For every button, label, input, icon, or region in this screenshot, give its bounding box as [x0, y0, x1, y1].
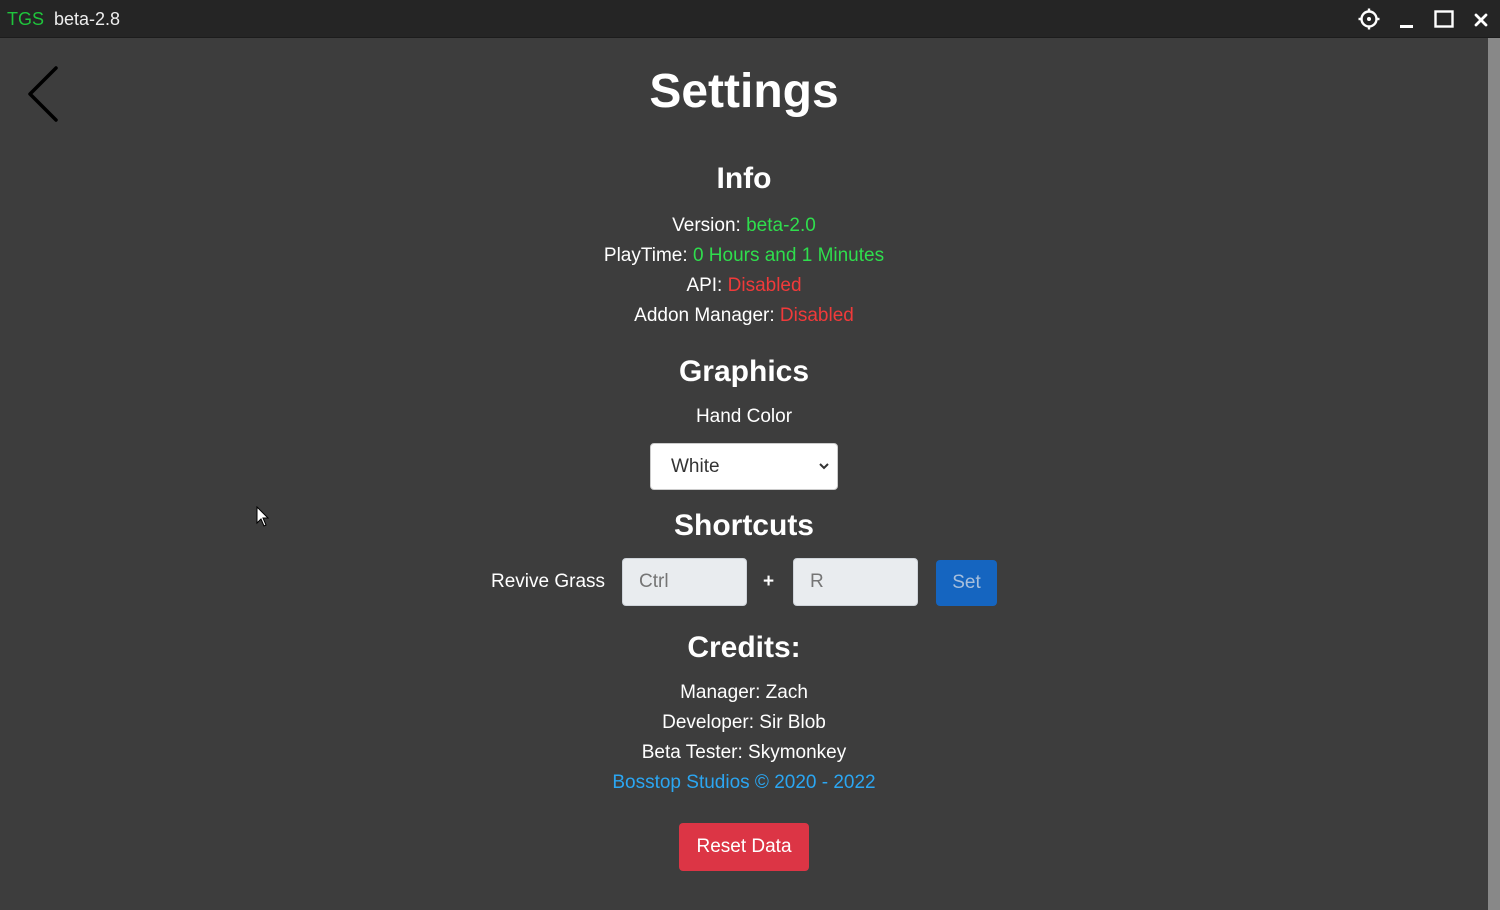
version-row: Version: beta-2.0: [0, 215, 1488, 237]
app-version: beta-2.8: [54, 9, 121, 29]
maximize-icon[interactable]: [1431, 6, 1457, 32]
addon-status: Disabled: [779, 305, 854, 326]
credit-manager: Manager: Zach: [680, 682, 808, 703]
key-input[interactable]: [793, 558, 918, 606]
mouse-cursor-icon: [256, 506, 270, 527]
api-row: API: Disabled: [0, 275, 1488, 297]
vertical-scrollbar[interactable]: [1488, 38, 1500, 910]
credit-tester: Beta Tester: Skymonkey: [641, 742, 847, 763]
revive-grass-label: Revive Grass: [491, 571, 606, 592]
version-label: Version:: [672, 215, 741, 236]
addon-row: Addon Manager: Disabled: [0, 305, 1488, 327]
close-icon[interactable]: [1468, 6, 1494, 32]
modifier-key-input[interactable]: [622, 558, 747, 606]
addon-label: Addon Manager:: [634, 305, 775, 326]
playtime-label: PlayTime:: [603, 245, 688, 266]
title-bar: TGS beta-2.8: [0, 0, 1500, 38]
version-value: beta-2.0: [746, 215, 816, 236]
page-title: Settings: [649, 65, 839, 118]
credit-developer: Developer: Sir Blob: [662, 712, 826, 733]
set-shortcut-button[interactable]: Set: [936, 560, 997, 606]
shortcuts-heading: Shortcuts: [673, 509, 814, 542]
hand-color-select[interactable]: White: [650, 443, 838, 490]
playtime-value: 0 Hours and 1 Minutes: [692, 245, 885, 266]
copyright-link[interactable]: Bosstop Studios © 2020 - 2022: [0, 772, 1488, 794]
credits-heading: Credits:: [687, 631, 801, 664]
graphics-heading: Graphics: [678, 355, 810, 388]
playtime-row: PlayTime: 0 Hours and 1 Minutes: [0, 245, 1488, 267]
app-brand: TGS: [7, 9, 45, 29]
api-label: API:: [686, 275, 723, 296]
minimize-icon[interactable]: [1393, 6, 1419, 32]
info-heading: Info: [716, 162, 772, 195]
reset-data-button[interactable]: Reset Data: [679, 823, 809, 871]
hand-color-label: Hand Color: [695, 406, 793, 427]
plus-sign: +: [763, 571, 775, 592]
gear-icon[interactable]: [1356, 6, 1382, 32]
api-status: Disabled: [727, 275, 802, 296]
